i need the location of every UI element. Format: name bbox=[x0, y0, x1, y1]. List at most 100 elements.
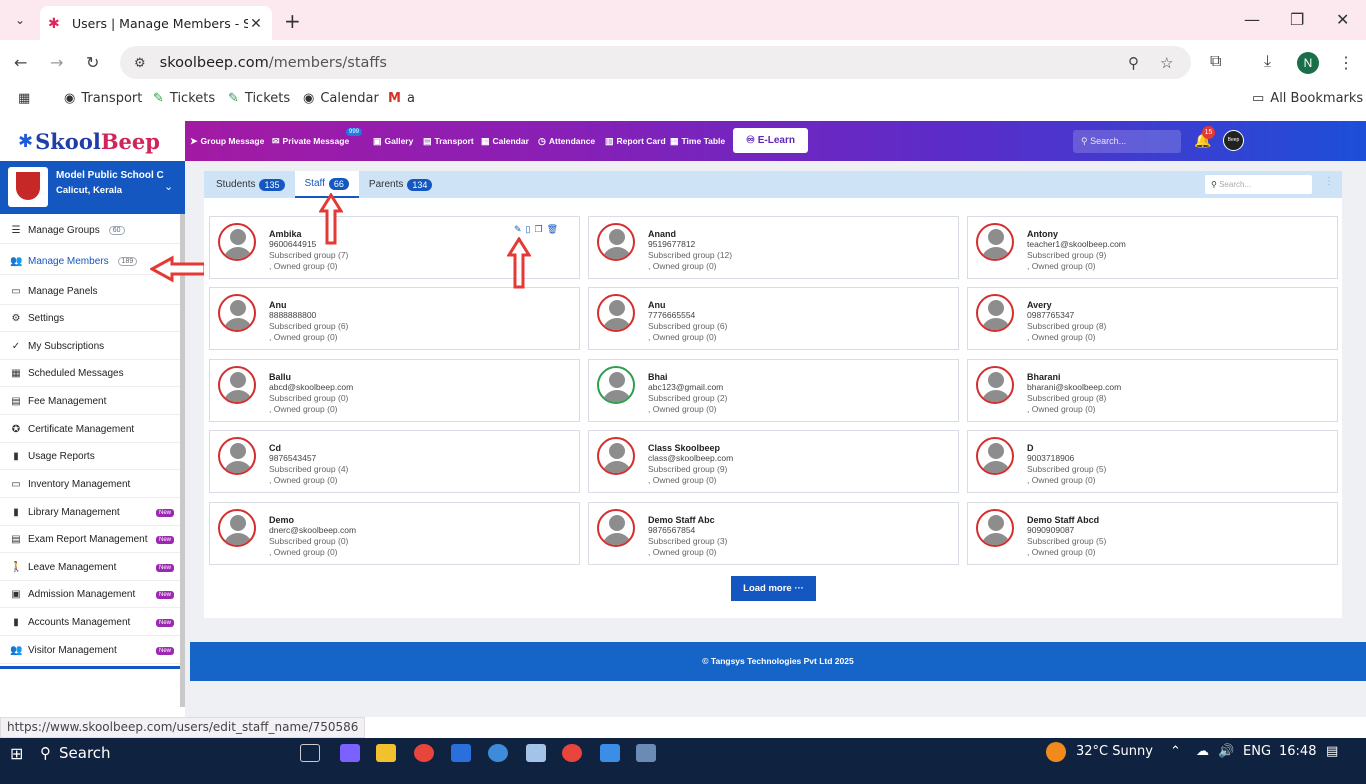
address-bar[interactable]: ⚙ skoolbeep.com/members/staffs bbox=[120, 46, 1191, 79]
downloads-icon[interactable]: ⤓ bbox=[1264, 53, 1271, 71]
member-card[interactable]: D 9003718906 Subscribed group (5), Owned g… bbox=[967, 430, 1338, 493]
member-card[interactable]: Anand 9519677812 Subscribed group (12), Ow… bbox=[588, 216, 959, 279]
volume-icon[interactable]: 🔊 bbox=[1218, 744, 1234, 759]
member-card[interactable]: Antony teacher1@skoolbeep.com Subscribed g… bbox=[967, 216, 1338, 279]
language-indicator[interactable]: ENG bbox=[1243, 744, 1271, 759]
bookmark-star-icon[interactable]: ☆ bbox=[1160, 54, 1173, 72]
user-avatar[interactable]: Beep bbox=[1223, 130, 1244, 151]
photos-icon[interactable] bbox=[600, 744, 620, 762]
menu-transport[interactable]: ▤ Transport bbox=[423, 121, 474, 161]
notification-center-icon[interactable]: ▤ bbox=[1326, 744, 1338, 759]
profile-avatar[interactable]: N bbox=[1297, 52, 1319, 74]
menu-calendar[interactable]: ▦ Calendar bbox=[481, 121, 529, 161]
bookmark-calendar[interactable]: ◉ Calendar bbox=[303, 91, 379, 106]
menu-report-card[interactable]: ▥ Report Card bbox=[605, 121, 666, 161]
menu-gallery[interactable]: ▣ Gallery bbox=[373, 121, 413, 161]
sidebar-item-settings[interactable]: ⚙ Settings bbox=[0, 306, 180, 332]
paint-icon[interactable] bbox=[636, 744, 656, 762]
menu-attendance[interactable]: ◷ Attendance bbox=[538, 121, 595, 161]
file-explorer-icon[interactable] bbox=[376, 744, 396, 762]
new-tab-icon[interactable]: + bbox=[284, 9, 301, 33]
sidebar-item-leave-management[interactable]: 🚶 Leave Management New bbox=[0, 555, 180, 581]
member-card[interactable]: Anu 8888888800 Subscribed group (6), Owned… bbox=[209, 287, 580, 350]
delete-trash-icon[interactable]: 🗑 bbox=[547, 224, 558, 235]
sidebar-item-admission-management[interactable]: ▣ Admission Management New bbox=[0, 582, 180, 608]
menu-time-table[interactable]: ▦ Time Table bbox=[670, 121, 725, 161]
notepad-icon[interactable] bbox=[526, 744, 546, 762]
member-name: Ambika bbox=[269, 229, 302, 239]
forward-icon[interactable]: → bbox=[50, 53, 63, 72]
sidebar-item-usage-reports[interactable]: ▮ Usage Reports bbox=[0, 444, 180, 470]
weather-text[interactable]: 32°C Sunny bbox=[1076, 744, 1153, 759]
menu-group-message[interactable]: ➤ Group Message bbox=[190, 121, 264, 161]
tab-parents[interactable]: Parents 134 bbox=[359, 171, 443, 198]
chevron-down-icon[interactable]: ⌄ bbox=[164, 180, 173, 193]
member-card[interactable]: Bhai abc123@gmail.com Subscribed group (2)… bbox=[588, 359, 959, 422]
member-card[interactable]: Demo dnerc@skoolbeep.com Subscribed group … bbox=[209, 502, 580, 565]
reload-icon[interactable]: ↻ bbox=[86, 53, 99, 72]
skoolbeep-logo[interactable]: ✱ SkoolBeep bbox=[0, 121, 185, 161]
sidebar-item-manage-groups[interactable]: ☰ Manage Groups 60 bbox=[0, 218, 180, 244]
taskbar-search[interactable]: ⚲ Search bbox=[40, 738, 111, 768]
menu-kebab-icon[interactable]: ⋮ bbox=[1338, 53, 1354, 73]
member-card[interactable]: Bharani bharani@skoolbeep.com Subscribed g… bbox=[967, 359, 1338, 422]
members-search-input[interactable]: ⚲ Search... bbox=[1205, 175, 1312, 194]
new-badge: New bbox=[156, 646, 175, 655]
store-icon[interactable] bbox=[451, 744, 471, 762]
elearn-button[interactable]: ♾ E-Learn bbox=[733, 128, 808, 153]
sidebar-item-exam-report-management[interactable]: ▤ Exam Report Management New bbox=[0, 527, 180, 553]
load-more-button[interactable]: Load more ··· bbox=[731, 576, 816, 601]
chrome-profile-icon[interactable] bbox=[562, 744, 582, 762]
chrome-active-icon[interactable] bbox=[488, 744, 508, 762]
minimize-icon[interactable]: — bbox=[1244, 10, 1260, 29]
clock-time[interactable]: 16:48 bbox=[1279, 744, 1316, 759]
member-contact: class@skoolbeep.com bbox=[648, 453, 734, 463]
copy-icon[interactable]: ❐ bbox=[535, 224, 543, 235]
bookmark-tickets-1[interactable]: ✎ Tickets bbox=[153, 91, 215, 106]
sidebar-item-scheduled-messages[interactable]: ▦ Scheduled Messages bbox=[0, 361, 180, 387]
menu-private-message[interactable]: ✉ Private Message bbox=[272, 121, 349, 161]
all-bookmarks[interactable]: ▭ All Bookmarks bbox=[1252, 91, 1363, 106]
school-selector[interactable]: Model Public School C Calicut, Kerala ⌄ bbox=[0, 161, 185, 214]
task-view-icon[interactable] bbox=[300, 744, 320, 762]
browser-tab[interactable]: ✱ Users | Manage Members - Staf ✕ bbox=[40, 6, 272, 40]
member-card[interactable]: Avery 0987765347 Subscribed group (8), Own… bbox=[967, 287, 1338, 350]
sidebar-item-inventory-management[interactable]: ▭ Inventory Management bbox=[0, 472, 180, 498]
tab-search-icon[interactable]: ⌄ bbox=[10, 10, 30, 30]
sidebar-item-library-management[interactable]: ▮ Library Management New bbox=[0, 500, 180, 526]
sidebar-item-certificate-management[interactable]: ✪ Certificate Management bbox=[0, 417, 180, 443]
member-card[interactable]: Anu 7776665554 Subscribed group (6), Owned… bbox=[588, 287, 959, 350]
sidebar-item-fee-management[interactable]: ▤ Fee Management bbox=[0, 389, 180, 415]
copilot-icon[interactable] bbox=[340, 744, 360, 762]
sidebar-item-visitor-management[interactable]: 👥 Visitor Management New bbox=[0, 638, 180, 664]
site-info-icon[interactable]: ⚙ bbox=[134, 55, 146, 71]
bookmark-transport[interactable]: ◉ Transport bbox=[64, 91, 142, 106]
member-card[interactable]: Demo Staff Abcd 9090909087 Subscribed grou… bbox=[967, 502, 1338, 565]
member-card[interactable]: Ballu abcd@skoolbeep.com Subscribed group … bbox=[209, 359, 580, 422]
member-card[interactable]: Demo Staff Abc 9876567854 Subscribed group… bbox=[588, 502, 959, 565]
restore-icon[interactable]: ❐ bbox=[1290, 10, 1304, 29]
mobile-icon[interactable]: ▯ bbox=[526, 224, 531, 235]
more-options-icon[interactable]: ⋮ bbox=[1324, 176, 1334, 187]
edit-pencil-icon[interactable]: ✎ bbox=[514, 224, 522, 235]
sidebar-item-accounts-management[interactable]: ▮ Accounts Management New bbox=[0, 610, 180, 636]
sidebar-item-my-subscriptions[interactable]: ✓ My Subscriptions bbox=[0, 334, 180, 360]
back-icon[interactable]: ← bbox=[14, 53, 27, 72]
network-icon[interactable]: ☁ bbox=[1196, 744, 1209, 759]
member-card[interactable]: Cd 9876543457 Subscribed group (4), Owned … bbox=[209, 430, 580, 493]
sidebar-scrollbar[interactable] bbox=[180, 214, 185, 707]
extensions-icon[interactable]: ⧉ bbox=[1210, 53, 1221, 71]
member-contact: teacher1@skoolbeep.com bbox=[1027, 239, 1126, 249]
close-tab-icon[interactable]: ✕ bbox=[248, 15, 264, 32]
bookmark-gmail[interactable]: Ma bbox=[388, 91, 415, 106]
top-search-input[interactable]: ⚲ Search... bbox=[1073, 130, 1181, 153]
member-card[interactable]: Class Skoolbeep class@skoolbeep.com Subscr… bbox=[588, 430, 959, 493]
tab-students[interactable]: Students 135 bbox=[206, 171, 295, 198]
windows-start-icon[interactable]: ⊞ bbox=[10, 744, 23, 764]
bookmark-tickets-2[interactable]: ✎ Tickets bbox=[228, 91, 290, 106]
tray-chevron-icon[interactable]: ⌃ bbox=[1170, 744, 1181, 759]
chrome-icon[interactable] bbox=[414, 744, 434, 762]
close-window-icon[interactable]: ✕ bbox=[1336, 10, 1349, 29]
zoom-icon[interactable]: ⚲ bbox=[1128, 54, 1139, 72]
apps-grid-icon[interactable]: ▦ bbox=[18, 91, 30, 106]
